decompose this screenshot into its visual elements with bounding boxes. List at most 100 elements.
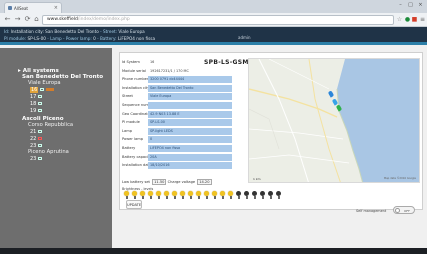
battery-settings: Low battery set 11.50 Charge voltage 14.… xyxy=(122,179,212,185)
field-label: Battery xyxy=(122,146,136,150)
charge-voltage-select[interactable]: 14.20 xyxy=(197,179,212,185)
low-battery-select[interactable]: 11.50 xyxy=(152,179,167,185)
header-user[interactable]: admin xyxy=(238,35,251,40)
field-value[interactable]: SP-light LEDS xyxy=(148,127,232,135)
home-icon[interactable]: ⌂ xyxy=(32,15,41,24)
tree-lamp-item[interactable]: 21 xyxy=(18,128,112,135)
self-management-label: Self management xyxy=(356,209,387,213)
field-row: Pl module SP-LS-00 xyxy=(120,119,232,127)
address-bar[interactable]: www.skeffield/index/demo/index.php xyxy=(42,15,394,25)
browser-tabstrip: AllSeat × – □ × xyxy=(0,0,427,13)
field-row: Installation city San Benedetto Del Tront… xyxy=(120,84,232,93)
field-value[interactable]: 0 xyxy=(148,136,232,144)
menu-icon[interactable]: ≡ xyxy=(419,16,426,23)
bulb-icon[interactable] xyxy=(204,191,209,200)
field-label: Installation city xyxy=(122,85,150,90)
close-window-button[interactable]: × xyxy=(416,2,425,9)
field-label: Module serial xyxy=(122,68,146,73)
bulb-icon[interactable] xyxy=(140,191,145,200)
maximize-button[interactable]: □ xyxy=(406,2,415,9)
tree-lamp-item[interactable]: 16 xyxy=(18,86,112,93)
back-icon[interactable]: ← xyxy=(3,15,12,24)
bulb-icon[interactable] xyxy=(172,191,177,200)
tab-close-icon[interactable]: × xyxy=(54,5,58,11)
bulb-icon[interactable] xyxy=(196,191,201,200)
field-label: Id System xyxy=(122,60,140,64)
bulb-icon[interactable] xyxy=(228,191,233,200)
bulb-icon[interactable] xyxy=(236,191,241,200)
field-value[interactable]: SP-LS-00 xyxy=(148,119,232,127)
self-management-toggle[interactable]: OFF xyxy=(393,206,415,214)
tree-lamp-item[interactable]: 22 xyxy=(18,135,112,142)
brightness-levels xyxy=(124,191,281,201)
bulb-icon[interactable] xyxy=(188,191,193,200)
browser-tab[interactable]: AllSeat × xyxy=(4,2,62,13)
lamp-status-icon xyxy=(38,95,43,98)
field-value[interactable] xyxy=(148,102,232,109)
lamp-status-icon xyxy=(38,102,43,105)
extension-icon[interactable]: ■ xyxy=(411,16,418,23)
tree-lamp-item[interactable]: 23 xyxy=(18,142,112,149)
field-row: Power lamp 0 xyxy=(120,136,232,144)
url-path: /index/demo/index.php xyxy=(77,17,130,22)
toggle-knob xyxy=(395,208,400,213)
tree-lamp-item[interactable]: 23 xyxy=(18,155,112,162)
bulb-icon[interactable] xyxy=(268,191,273,200)
bulb-icon[interactable] xyxy=(212,191,217,200)
bulb-icon[interactable] xyxy=(124,191,129,200)
minimize-button[interactable]: – xyxy=(396,2,405,9)
field-value: 192617231/1 / 170 MC xyxy=(150,68,189,73)
field-value[interactable]: 18/10/2016 xyxy=(148,162,232,170)
tree-lamp-item[interactable]: 17 xyxy=(18,93,112,100)
star-icon[interactable]: ☆ xyxy=(396,16,403,23)
field-row: Battery capacity 20A xyxy=(120,153,232,162)
field-value[interactable]: San Benedetto Del Tronto xyxy=(148,84,232,92)
bulb-icon[interactable] xyxy=(132,191,137,200)
lamp-status-icon xyxy=(38,130,43,133)
map-scale: 1 km xyxy=(253,177,261,181)
field-value: 16 xyxy=(150,60,155,64)
app-header: Id: Installation city: San Benedetto Del… xyxy=(0,27,427,45)
field-label: Power lamp xyxy=(122,137,143,142)
field-label: Street xyxy=(122,94,133,99)
field-label: Pl module xyxy=(122,120,140,125)
bulb-icon[interactable] xyxy=(164,191,169,200)
field-row: Geo Coordinates 42.9 N03 13.88 E xyxy=(120,110,232,119)
bulb-icon[interactable] xyxy=(276,191,281,200)
extension-icon[interactable]: ● xyxy=(404,16,411,23)
field-value[interactable]: 42.9 N03 13.88 E xyxy=(148,110,232,118)
update-button[interactable]: UPDATE xyxy=(126,200,142,209)
field-row: Module serial 192617231/1 / 170 MC xyxy=(120,68,232,76)
bulb-icon[interactable] xyxy=(252,191,257,200)
bulb-icon[interactable] xyxy=(244,191,249,200)
reload-icon[interactable]: ⟳ xyxy=(23,15,32,24)
field-value[interactable]: 3200 0791 dc44444 xyxy=(148,76,232,84)
field-row: Installation date 18/10/2016 xyxy=(120,162,232,170)
lamp-status-icon xyxy=(38,144,43,147)
map[interactable]: 1 km Map data ©2016 Google xyxy=(248,58,420,183)
field-label: Lamp xyxy=(122,128,132,133)
field-row: Lamp SP-light LEDS xyxy=(120,127,232,136)
field-row: Battery LiFEPO4 non fissa xyxy=(120,145,232,153)
bulb-icon[interactable] xyxy=(148,191,153,200)
lamp-status-icon xyxy=(38,137,43,140)
field-label: Installation date xyxy=(122,163,152,168)
field-value[interactable]: 20A xyxy=(148,153,232,161)
favicon-icon xyxy=(8,6,12,10)
lamp-status-icon xyxy=(38,109,43,112)
field-value[interactable]: LiFEPO4 non fissa xyxy=(148,145,232,152)
battery-bar-icon xyxy=(46,88,55,91)
forward-icon[interactable]: → xyxy=(13,15,22,24)
tree-lamp-item[interactable]: 19 xyxy=(18,107,112,114)
lamp-status-icon xyxy=(40,88,45,91)
bulb-icon[interactable] xyxy=(260,191,265,200)
header-line-1: Id: Installation city: San Benedetto Del… xyxy=(4,29,145,34)
tab-title: AllSeat xyxy=(14,6,28,11)
bulb-icon[interactable] xyxy=(180,191,185,200)
field-row: Sequence number xyxy=(120,102,232,110)
field-row: Street Viale Europa xyxy=(120,93,232,101)
tree-lamp-item[interactable]: 18 xyxy=(18,100,112,107)
bulb-icon[interactable] xyxy=(220,191,225,200)
field-value[interactable]: Viale Europa xyxy=(148,93,232,101)
bulb-icon[interactable] xyxy=(156,191,161,200)
